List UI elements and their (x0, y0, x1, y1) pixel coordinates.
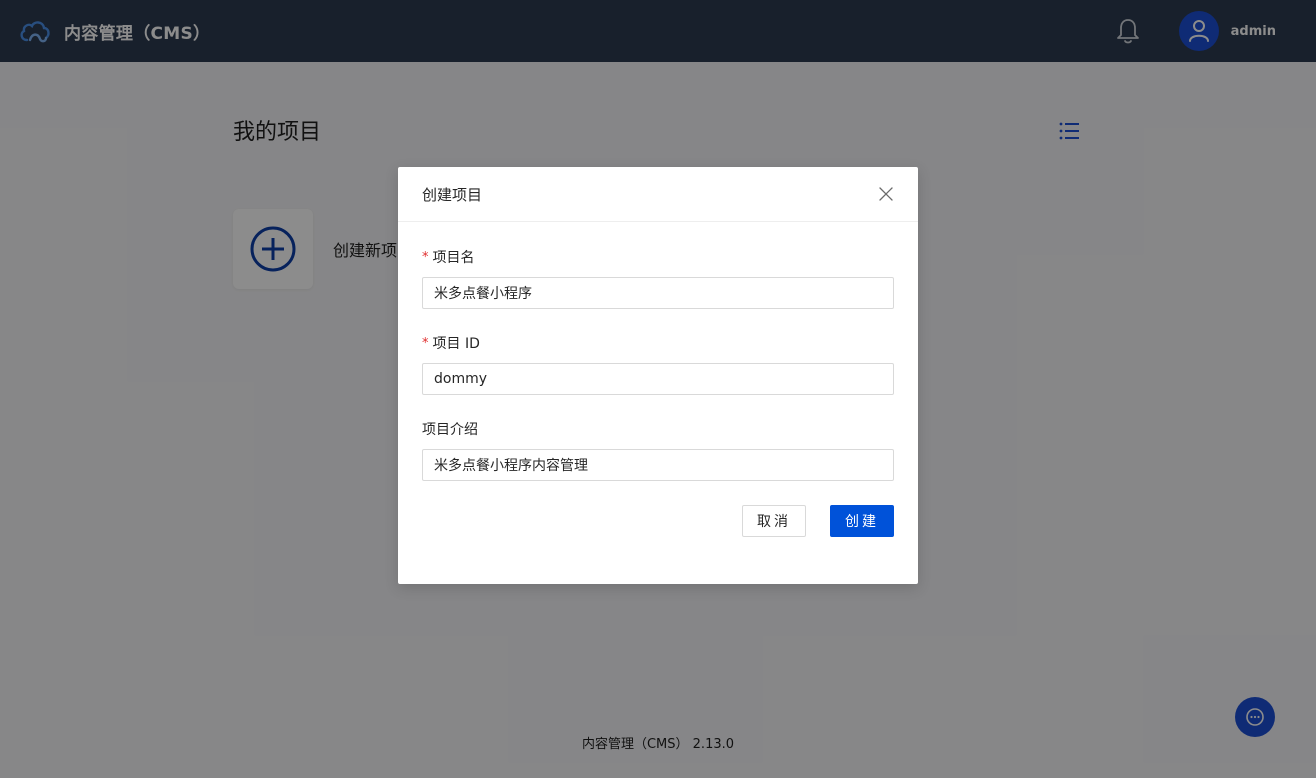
form-item-project-name: * 项目名 (422, 247, 894, 309)
dialog-header: 创建项目 (398, 167, 918, 222)
project-description-label: 项目介绍 (422, 419, 894, 439)
project-name-input[interactable] (422, 277, 894, 309)
dialog-actions: 取消 创建 (422, 505, 894, 537)
project-name-label: * 项目名 (422, 247, 894, 267)
project-id-label: * 项目 ID (422, 333, 894, 353)
create-button[interactable]: 创建 (830, 505, 894, 537)
cancel-button[interactable]: 取消 (742, 505, 806, 537)
project-description-input[interactable] (422, 449, 894, 481)
form-item-project-id: * 项目 ID (422, 333, 894, 395)
required-mark: * (422, 249, 429, 265)
project-description-label-text: 项目介绍 (422, 422, 478, 438)
required-mark: * (422, 335, 429, 351)
create-project-dialog: 创建项目 * 项目名 * 项目 ID (398, 167, 918, 584)
app-root: 内容管理（CMS） admin 我的项目 创建新项目 内容管理（CMS） 2.1… (0, 0, 1316, 778)
project-id-input[interactable] (422, 363, 894, 395)
form-item-project-description: 项目介绍 (422, 419, 894, 481)
dialog-title: 创建项目 (422, 185, 483, 204)
project-name-label-text: 项目名 (432, 250, 475, 266)
dialog-body: * 项目名 * 项目 ID 项目介绍 取消 创建 (398, 247, 918, 537)
project-id-label-text: 项目 ID (432, 336, 480, 352)
close-icon[interactable] (878, 186, 894, 202)
